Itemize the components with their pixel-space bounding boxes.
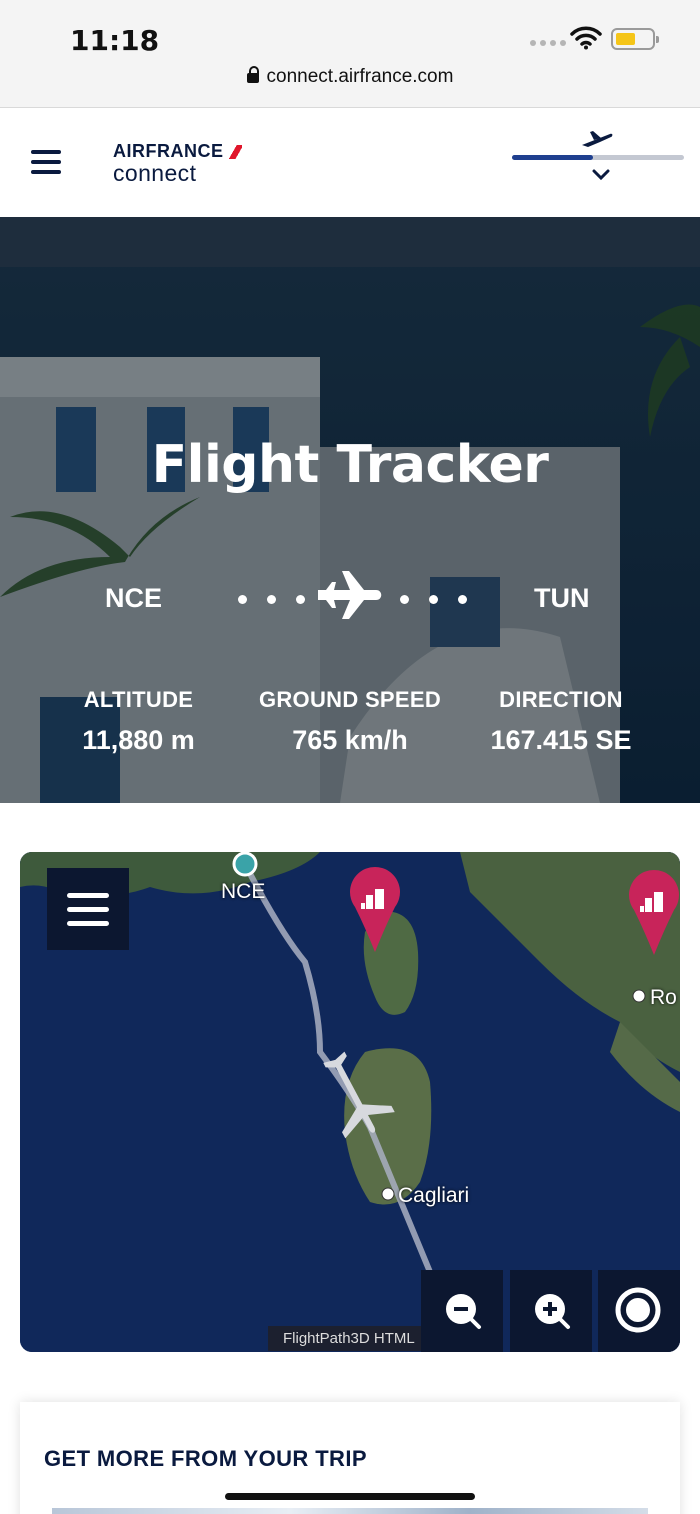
- stat-label: DIRECTION: [499, 687, 623, 712]
- url-text: connect.airfrance.com: [266, 66, 454, 87]
- route-indicator: NCE TUN: [0, 569, 700, 629]
- card-title: GET MORE FROM YOUR TRIP: [44, 1446, 367, 1471]
- brand-name: AIRFRANCE: [113, 141, 224, 161]
- flight-progress-fill: [512, 155, 593, 160]
- stat-ground-speed: GROUND SPEED 765 km/h: [250, 687, 450, 756]
- address-bar[interactable]: connect.airfrance.com: [0, 66, 700, 88]
- zoom-in-icon: [535, 1294, 570, 1329]
- brand-slash-icon: [227, 144, 242, 159]
- destination-airport: TUN: [534, 583, 590, 613]
- battery-icon: [611, 28, 659, 50]
- chevron-down-icon: [592, 169, 610, 181]
- flight-progress-toggle[interactable]: [512, 129, 684, 199]
- flight-tracker-hero: Flight Tracker NCE TUN ALTITUDE 11,880 m…: [0, 217, 700, 803]
- recenter-button[interactable]: [598, 1270, 680, 1352]
- stat-value: 11,880 m: [82, 725, 195, 755]
- status-time: 11:18: [70, 24, 160, 57]
- map-credit: FlightPath3D HTML: [268, 1326, 430, 1351]
- zoom-in-button[interactable]: [510, 1270, 592, 1352]
- route-dots-left: [238, 595, 305, 604]
- main-menu-button[interactable]: [31, 150, 61, 174]
- airplane-icon: [318, 571, 382, 619]
- stat-label: GROUND SPEED: [258, 687, 442, 712]
- map-label-origin: NCE: [221, 880, 266, 903]
- lock-icon: [246, 66, 259, 83]
- route-dots-right: [400, 595, 467, 604]
- center-icon: [615, 1287, 661, 1333]
- stat-value: 765 km/h: [292, 725, 408, 755]
- home-indicator[interactable]: [225, 1493, 475, 1500]
- app-header: AIRFRANCE connect: [0, 109, 700, 217]
- airfrance-connect-logo[interactable]: AIRFRANCE connect: [113, 141, 242, 187]
- stat-value: 167.415 SE: [490, 725, 632, 755]
- zoom-out-button[interactable]: [421, 1270, 503, 1352]
- flight-progress-bar: [512, 155, 684, 160]
- stat-direction: DIRECTION 167.415 SE: [478, 687, 644, 756]
- map-label-city: Cagliari: [398, 1184, 470, 1207]
- page-title: Flight Tracker: [151, 435, 549, 495]
- map-menu-button[interactable]: [47, 868, 129, 950]
- airplane-takeoff-icon: [582, 131, 613, 147]
- stat-label: ALTITUDE: [83, 687, 194, 712]
- wifi-icon: [570, 26, 602, 50]
- brand-subname: connect: [113, 160, 197, 186]
- status-bar: 11:18 connect.airfrance.com: [0, 0, 700, 108]
- flight-map[interactable]: NCE Cagliari Ro FlightPath3D HTML: [20, 852, 680, 1352]
- card-image: [52, 1508, 648, 1514]
- map-label-city: Ro: [650, 986, 677, 1009]
- stat-altitude: ALTITUDE 11,880 m: [70, 687, 207, 756]
- origin-airport: NCE: [105, 583, 163, 613]
- cellular-signal-icon: [530, 40, 566, 46]
- zoom-out-icon: [446, 1294, 481, 1329]
